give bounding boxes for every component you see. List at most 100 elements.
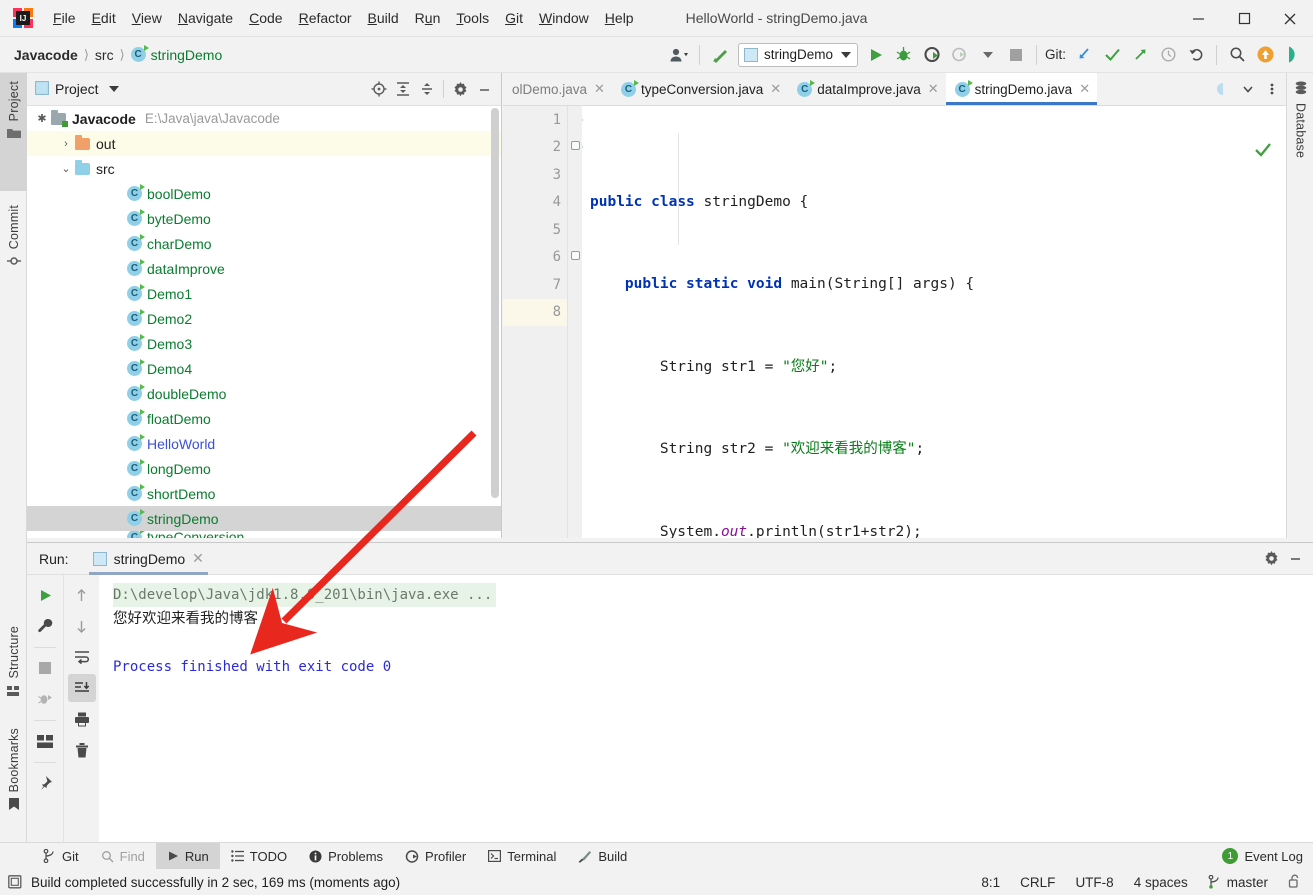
breadcrumb-src[interactable]: src — [95, 47, 114, 63]
git-push-icon[interactable] — [1127, 42, 1153, 68]
pin-icon[interactable] — [31, 769, 59, 797]
rerun-icon[interactable] — [31, 581, 59, 609]
event-log-button[interactable]: Event Log — [1244, 843, 1303, 870]
collapse-arrow-icon[interactable]: › — [57, 138, 75, 150]
tree-row-HelloWorld[interactable]: C HelloWorld — [27, 431, 501, 456]
tab-olDemo[interactable]: olDemo.java ✕ — [503, 73, 612, 105]
status-button-todo[interactable]: TODO — [220, 843, 298, 870]
fold-region-close-icon[interactable] — [571, 251, 580, 260]
tree-scrollbar[interactable] — [491, 108, 499, 498]
chevron-down-icon[interactable] — [1236, 77, 1260, 101]
expand-all-icon[interactable] — [391, 77, 415, 101]
tree-row-out[interactable]: › out — [27, 131, 501, 156]
gear-icon[interactable] — [1259, 547, 1283, 571]
sidebar-item-commit[interactable]: Commit — [0, 197, 27, 317]
chevron-down-icon[interactable] — [840, 51, 851, 58]
gear-icon[interactable] — [448, 77, 472, 101]
locate-file-icon[interactable] — [367, 77, 391, 101]
status-button-problems[interactable]: Problems — [298, 843, 394, 870]
profile-button[interactable] — [947, 42, 973, 68]
git-update-icon[interactable] — [1071, 42, 1097, 68]
fold-region-open-icon[interactable] — [571, 141, 580, 150]
wrench-settings-icon[interactable] — [31, 612, 59, 640]
notifications-icon[interactable] — [1252, 42, 1278, 68]
expand-arrow-icon[interactable]: ⌄ — [57, 162, 75, 175]
run-configuration-selector[interactable]: stringDemo — [737, 42, 858, 67]
stop-icon[interactable] — [31, 654, 59, 682]
menu-navigate[interactable]: Navigate — [170, 7, 241, 29]
menu-refactor[interactable]: Refactor — [291, 7, 360, 29]
file-encoding[interactable]: UTF-8 — [1065, 875, 1123, 890]
status-button-terminal[interactable]: Terminal — [477, 843, 567, 870]
git-history-icon[interactable] — [1155, 42, 1181, 68]
editor-gutter[interactable]: 1 2 3 4 5 6 7 8 — [503, 106, 583, 542]
line-separator[interactable]: CRLF — [1010, 875, 1065, 890]
project-tree[interactable]: ✱ Javacode E:\Java\java\Javacode › out ⌄… — [27, 106, 501, 542]
menu-run[interactable]: Run — [407, 7, 449, 29]
tree-row-boolDemo[interactable]: C boolDemo — [27, 181, 501, 206]
run-console[interactable]: D:\develop\Java\jdk1.8.0_201\bin\java.ex… — [99, 575, 1313, 843]
tree-row-Demo2[interactable]: C Demo2 — [27, 306, 501, 331]
profile-dropdown-icon[interactable] — [975, 42, 1001, 68]
git-branch-widget[interactable]: master — [1198, 875, 1278, 890]
breadcrumb-class[interactable]: C stringDemo — [130, 45, 222, 63]
close-icon[interactable]: ✕ — [1079, 81, 1090, 97]
unlocked-icon[interactable] — [1278, 874, 1305, 891]
run-tab-stringDemo[interactable]: stringDemo ✕ — [85, 543, 212, 575]
trash-icon[interactable] — [68, 736, 96, 764]
menu-git[interactable]: Git — [497, 7, 531, 29]
search-icon[interactable] — [1224, 42, 1250, 68]
close-icon[interactable]: ✕ — [770, 81, 781, 97]
scroll-to-end-icon[interactable] — [67, 674, 96, 702]
close-icon[interactable]: ✕ — [192, 550, 204, 567]
tree-row-byteDemo[interactable]: C byteDemo — [27, 206, 501, 231]
menu-build[interactable]: Build — [360, 7, 407, 29]
soft-wrap-icon[interactable] — [68, 643, 96, 671]
status-button-find[interactable]: Find — [90, 843, 156, 870]
tab-dataImprove[interactable]: C dataImprove.java ✕ — [788, 73, 946, 105]
minimize-icon[interactable] — [472, 77, 496, 101]
rerun-failed-icon[interactable] — [31, 685, 59, 713]
sidebar-item-project[interactable]: Project — [0, 73, 27, 191]
account-icon[interactable] — [666, 42, 692, 68]
expand-arrow-icon[interactable]: ✱ — [33, 112, 51, 125]
tree-row-charDemo[interactable]: C charDemo — [27, 231, 501, 256]
tree-row-Demo1[interactable]: C Demo1 — [27, 281, 501, 306]
stop-button[interactable] — [1003, 42, 1029, 68]
collapse-all-icon[interactable] — [415, 77, 439, 101]
more-options-icon[interactable] — [1260, 77, 1284, 101]
minimize-icon[interactable] — [1175, 0, 1221, 37]
status-button-build[interactable]: Build — [567, 843, 638, 870]
tab-list-icon[interactable] — [1212, 77, 1236, 101]
layout-icon[interactable] — [31, 727, 59, 755]
menu-edit[interactable]: Edit — [84, 7, 124, 29]
menu-code[interactable]: Code — [241, 7, 290, 29]
menu-tools[interactable]: Tools — [448, 7, 497, 29]
inspection-ok-icon[interactable] — [1158, 112, 1272, 195]
close-icon[interactable]: ✕ — [928, 81, 939, 97]
menu-help[interactable]: Help — [597, 7, 642, 29]
breadcrumb-project[interactable]: Javacode — [14, 47, 78, 63]
status-button-run[interactable]: Run — [155, 842, 220, 870]
tree-row-floatDemo[interactable]: C floatDemo — [27, 406, 501, 431]
ide-features-icon[interactable] — [1280, 42, 1306, 68]
git-commit-icon[interactable] — [1099, 42, 1125, 68]
sidebar-item-structure[interactable]: Structure — [0, 618, 27, 714]
tree-row-Demo4[interactable]: C Demo4 — [27, 356, 501, 381]
minimize-icon[interactable] — [1283, 547, 1307, 571]
print-icon[interactable] — [68, 705, 96, 733]
git-rollback-icon[interactable] — [1183, 42, 1209, 68]
tab-typeConversion[interactable]: C typeConversion.java ✕ — [611, 73, 789, 105]
tree-row-doubleDemo[interactable]: C doubleDemo — [27, 381, 501, 406]
close-icon[interactable]: ✕ — [594, 81, 605, 97]
search-everywhere-wand-icon[interactable] — [707, 42, 733, 68]
debug-button[interactable] — [891, 42, 917, 68]
tree-row-longDemo[interactable]: C longDemo — [27, 456, 501, 481]
tab-stringDemo[interactable]: C stringDemo.java ✕ — [945, 73, 1098, 105]
status-button-git[interactable]: Git — [32, 843, 90, 870]
fold-gutter[interactable] — [568, 106, 582, 542]
caret-position[interactable]: 8:1 — [971, 875, 1010, 890]
tree-row-Demo3[interactable]: C Demo3 — [27, 331, 501, 356]
close-icon[interactable] — [1267, 0, 1313, 37]
tree-row-src[interactable]: ⌄ src — [27, 156, 501, 181]
